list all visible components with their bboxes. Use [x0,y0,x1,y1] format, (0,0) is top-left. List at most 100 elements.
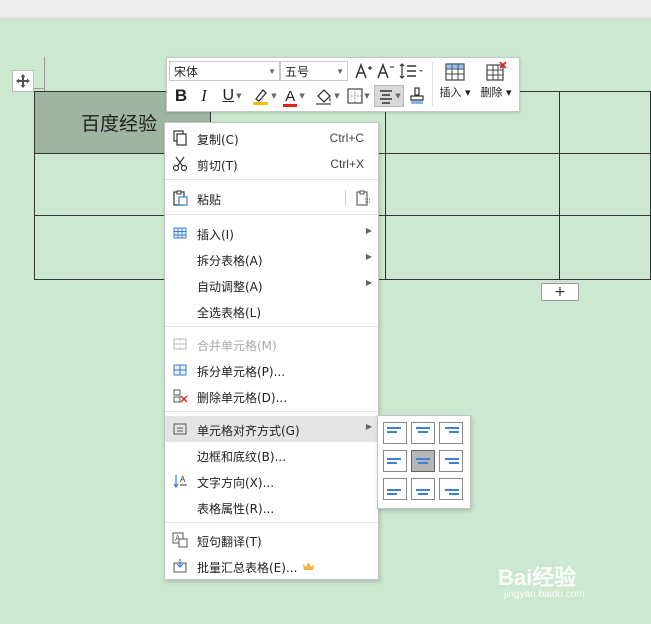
underline-button[interactable]: U ▼ [217,85,247,107]
menu-label: 文字方向(X)... [197,476,275,490]
watermark-url: jingyan.baidu.com [504,589,585,600]
menu-label: 拆分单元格(P)... [197,365,286,379]
delete-label: 删除 ▾ [480,86,512,99]
table-move-handle[interactable] [12,70,34,92]
font-size-select[interactable]: 五号 ▼ [280,61,348,81]
shading-button[interactable]: ▼ [311,85,343,107]
menu-label: 单元格对齐方式(G) [197,424,300,438]
insert-label: 插入 ▾ [439,86,471,99]
align-middle-left-option[interactable] [383,450,407,472]
menu-label: 边框和底纹(B)... [197,450,287,464]
table-cell[interactable] [384,153,561,216]
submenu-arrow-icon: ▶ [365,422,372,431]
grow-font-icon [355,62,372,79]
border-grid-icon [347,88,363,104]
table-cell[interactable] [384,215,561,280]
menu-label: 插入(I) [197,228,234,242]
align-bottom-right-option[interactable] [439,478,463,500]
align-middle-center-option[interactable] [411,450,435,472]
menu-label: 剪切(T) [197,159,238,173]
menu-label: 自动调整(A) [197,280,263,294]
crown-icon [303,562,314,570]
table-cell[interactable] [559,91,651,154]
format-painter-icon [410,87,424,104]
watermark-logo-text: Bai经验 [498,565,577,590]
menu-label: 短句翻译(T) [197,535,262,549]
chevron-down-icon: ▼ [268,67,276,76]
align-button[interactable]: ▼ [374,85,404,107]
toolbar-separator [432,62,433,106]
menu-item-split-table[interactable]: 拆分表格(A) ▶ [165,246,378,272]
paint-bucket-icon [316,89,332,105]
menu-shortcut: Ctrl+C [329,131,364,145]
chevron-down-icon: ▼ [395,92,401,100]
menu-item-insert[interactable]: 插入(I) ▶ [165,220,378,246]
font-family-select[interactable]: 宋体 ▼ [169,61,280,81]
submenu-arrow-icon: ▶ [365,252,372,261]
cell-alignment-icon [173,423,187,435]
shrink-font-icon [377,62,394,79]
text-direction-icon: A [173,475,187,489]
baidu-watermark: Bai经验 jingyan.baidu.com [498,560,585,600]
bold-button[interactable]: B [170,85,192,107]
menu-separator [165,522,378,523]
merge-cells-icon [173,338,187,350]
menu-item-paste[interactable]: 粘贴 [165,185,378,211]
menu-item-cell-alignment[interactable]: 单元格对齐方式(G) ▶ [165,416,378,442]
batch-summary-icon [173,559,187,573]
font-color-button[interactable]: A ▼ [280,85,310,107]
copy-icon [173,130,187,146]
add-row-button[interactable]: + [541,283,579,301]
top-scrollbar-area [0,0,651,19]
italic-button[interactable]: I [193,85,215,107]
table-cell[interactable] [559,153,651,216]
paste-text-only-icon[interactable] [355,190,371,206]
menu-separator [165,411,378,412]
align-top-center-option[interactable] [411,422,435,444]
submenu-arrow-icon: ▶ [365,226,372,235]
delete-button[interactable]: 删除 ▾ [477,61,515,100]
menu-item-table-properties[interactable]: 表格属性(R)... [165,494,378,520]
menu-item-translate[interactable]: A 短句翻译(T) [165,527,378,553]
menu-item-text-direction[interactable]: A 文字方向(X)... [165,468,378,494]
paste-options-separator [345,190,346,206]
chevron-down-icon: ▼ [336,67,344,76]
menu-item-merge-cells: 合并单元格(M) [165,331,378,357]
submenu-arrow-icon: ▶ [365,278,372,287]
font-size-value: 五号 [285,65,310,79]
insert-button[interactable]: 插入 ▾ [437,61,473,100]
menu-label: 拆分表格(A) [197,254,263,268]
menu-separator [165,326,378,327]
font-color-letter: A [283,87,298,107]
menu-label: 全选表格(L) [197,306,262,320]
page-margin-mark [44,57,45,91]
menu-item-delete-cells[interactable]: 删除单元格(D)... [165,383,378,409]
align-center-icon [380,90,393,104]
menu-item-batch-summary[interactable]: 批量汇总表格(E)... [165,553,378,579]
menu-item-auto-fit[interactable]: 自动调整(A) ▶ [165,272,378,298]
align-bottom-center-option[interactable] [411,478,435,500]
align-middle-right-option[interactable] [439,450,463,472]
floating-format-toolbar: 宋体 ▼ 五号 ▼ 插入 ▾ 删除 ▾ B I U ▼ ▼ A ▼ ▼ ▼ ▼ [166,57,520,112]
menu-item-select-table[interactable]: 全选表格(L) [165,298,378,324]
chevron-down-icon: ▼ [334,92,340,100]
highlight-button[interactable]: ▼ [249,85,279,107]
align-top-left-option[interactable] [383,422,407,444]
table-cell[interactable] [559,215,651,280]
grow-font-button[interactable] [353,60,373,82]
menu-item-split-cells[interactable]: 拆分单元格(P)... [165,357,378,383]
table-insert-icon [445,63,465,81]
shrink-font-button[interactable] [375,60,395,82]
menu-item-borders-shading[interactable]: 边框和底纹(B)... [165,442,378,468]
menu-item-copy[interactable]: 复制(C) Ctrl+C [165,125,378,151]
menu-separator [165,214,378,215]
borders-button[interactable]: ▼ [343,85,373,107]
menu-label: 复制(C) [197,133,239,147]
format-painter-button[interactable] [407,85,427,107]
line-spacing-icon [399,63,423,79]
menu-item-cut[interactable]: 剪切(T) Ctrl+X [165,151,378,177]
align-top-right-option[interactable] [439,422,463,444]
align-bottom-left-option[interactable] [383,478,407,500]
menu-label: 粘贴 [197,193,222,207]
line-spacing-button[interactable] [398,60,426,82]
